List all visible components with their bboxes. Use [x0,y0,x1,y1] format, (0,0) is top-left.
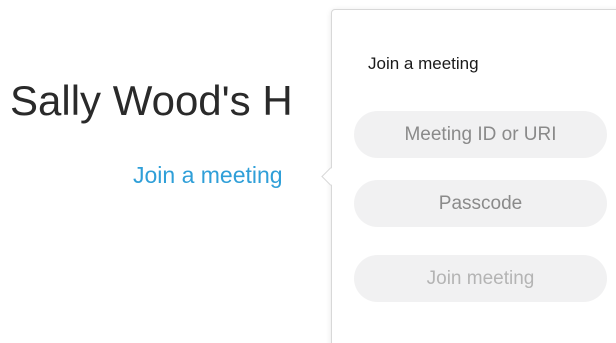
join-meeting-link[interactable]: Join a meeting [133,161,283,189]
meeting-id-input[interactable] [354,111,607,158]
join-meeting-button[interactable]: Join meeting [354,255,607,302]
page: Sally Wood's H Join a meeting Join a mee… [0,0,616,343]
personal-room-title: Sally Wood's H [10,77,293,124]
passcode-input[interactable] [354,180,607,227]
popover-heading: Join a meeting [368,54,479,73]
popover-arrow-mask [332,164,340,188]
